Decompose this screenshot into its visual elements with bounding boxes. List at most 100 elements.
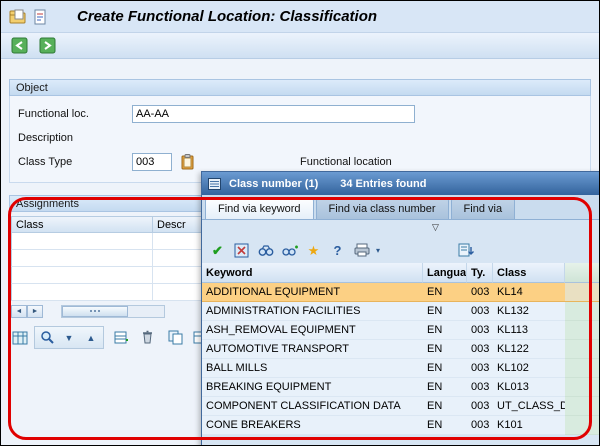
- keyword-cell[interactable]: BREAKING EQUIPMENT: [202, 378, 423, 397]
- dialog-tabs: Find via keyword Find via class number F…: [202, 195, 599, 220]
- class-column-header[interactable]: Class: [11, 216, 153, 233]
- arrow-left-icon[interactable]: [8, 35, 30, 56]
- filler-cell: [565, 378, 599, 397]
- empty-cell[interactable]: [11, 284, 153, 301]
- table-row[interactable]: ADMINISTRATION FACILITIES EN 003 KL132: [202, 302, 599, 321]
- class-cell[interactable]: KL132: [493, 302, 565, 321]
- keyword-column-header[interactable]: Keyword: [202, 263, 423, 283]
- keyword-cell[interactable]: COMPONENT CLASSIFICATION DATA: [202, 397, 423, 416]
- assignments-section-title: Assignments: [16, 197, 79, 210]
- tab-find-via-class-number[interactable]: Find via class number: [315, 198, 449, 219]
- print-icon[interactable]: [351, 240, 372, 260]
- cancel-icon[interactable]: [231, 240, 252, 260]
- class-cell[interactable]: KL013: [493, 378, 565, 397]
- binoculars-icon[interactable]: [255, 240, 276, 260]
- confirm-icon[interactable]: ✔: [207, 240, 228, 260]
- language-cell[interactable]: EN: [423, 359, 467, 378]
- table-row[interactable]: ASH_REMOVAL EQUIPMENT EN 003 KL113: [202, 321, 599, 340]
- object-section: Functional loc. Description Class Type F…: [9, 96, 591, 183]
- type-cell[interactable]: 003: [467, 283, 493, 302]
- language-cell[interactable]: EN: [423, 302, 467, 321]
- class-column-header[interactable]: Class: [493, 263, 565, 283]
- results-table-header: Keyword Language Ty. Class: [202, 263, 599, 283]
- class-type-input[interactable]: [132, 153, 172, 171]
- delete-row-icon[interactable]: [136, 327, 158, 348]
- table-row[interactable]: AUTOMOTIVE TRANSPORT EN 003 KL122: [202, 340, 599, 359]
- table-layout-icon[interactable]: [9, 327, 31, 348]
- keyword-cell[interactable]: ADDITIONAL EQUIPMENT: [202, 283, 423, 302]
- personal-list-icon[interactable]: [455, 240, 476, 260]
- type-cell[interactable]: 003: [467, 378, 493, 397]
- insert-row-icon[interactable]: [111, 327, 133, 348]
- triangle-down-icon[interactable]: ▼: [58, 327, 80, 348]
- scroll-right-icon[interactable]: ►: [27, 304, 43, 318]
- keyword-cell[interactable]: CONE BREAKERS: [202, 416, 423, 435]
- keyword-cell[interactable]: BALL MILLS: [202, 359, 423, 378]
- class-cell[interactable]: KL113: [493, 321, 565, 340]
- language-cell[interactable]: EN: [423, 378, 467, 397]
- table-row[interactable]: BREAKING EQUIPMENT EN 003 KL013: [202, 378, 599, 397]
- copy-table-icon[interactable]: [165, 327, 187, 348]
- functional-loc-input[interactable]: [132, 105, 415, 123]
- scrollbar-thumb[interactable]: [62, 305, 128, 317]
- tab-find-via-keyword[interactable]: Find via keyword: [205, 198, 314, 219]
- entries-found-label: 34 Entries found: [340, 177, 427, 190]
- arrow-right-icon[interactable]: [36, 35, 58, 56]
- print-menu-arrow-icon[interactable]: ▾: [376, 246, 380, 255]
- table-row[interactable]: ADDITIONAL EQUIPMENT EN 003 KL14: [202, 283, 599, 302]
- table-row[interactable]: COMPONENT CLASSIFICATION DATA EN 003 UT_…: [202, 397, 599, 416]
- description-label: Description: [18, 132, 74, 144]
- scrollbar-track[interactable]: [61, 304, 165, 318]
- functional-loc-label: Functional loc.: [18, 108, 89, 120]
- clipboard-icon[interactable]: [176, 152, 198, 173]
- folder-icon[interactable]: [7, 6, 29, 27]
- class-cell[interactable]: KL14: [493, 283, 565, 302]
- expand-criteria-icon[interactable]: ▽: [432, 222, 439, 233]
- type-cell[interactable]: 003: [467, 321, 493, 340]
- list-icon: [208, 177, 221, 190]
- table-row[interactable]: CONE BREAKERS EN 003 K101: [202, 416, 599, 435]
- filler-cell: [565, 321, 599, 340]
- triangle-up-icon[interactable]: ▲: [80, 327, 102, 348]
- scroll-left-icon[interactable]: ◄: [11, 304, 27, 318]
- dialog-title-bar[interactable]: Class number (1) 34 Entries found: [202, 172, 599, 195]
- tab-find-via-other[interactable]: Find via: [450, 198, 516, 219]
- type-cell[interactable]: 003: [467, 302, 493, 321]
- class-cell[interactable]: KL122: [493, 340, 565, 359]
- type-cell[interactable]: 003: [467, 397, 493, 416]
- table-row[interactable]: BALL MILLS EN 003 KL102: [202, 359, 599, 378]
- language-column-header[interactable]: Language: [423, 263, 467, 283]
- class-cell[interactable]: KL102: [493, 359, 565, 378]
- filler-column-header: [565, 263, 599, 283]
- language-cell[interactable]: EN: [423, 321, 467, 340]
- functional-loc-row: Functional loc.: [14, 102, 586, 126]
- filler-cell: [565, 283, 599, 302]
- class-cell[interactable]: UT_CLASS_DA: [493, 397, 565, 416]
- language-cell[interactable]: EN: [423, 416, 467, 435]
- class-number-dialog: Class number (1) 34 Entries found Find v…: [201, 171, 599, 445]
- title-bar: Create Functional Location: Classificati…: [1, 1, 599, 33]
- language-cell[interactable]: EN: [423, 397, 467, 416]
- binoculars-plus-icon[interactable]: [279, 240, 300, 260]
- class-type-description: Functional location: [300, 156, 392, 168]
- language-cell[interactable]: EN: [423, 340, 467, 359]
- type-cell[interactable]: 003: [467, 359, 493, 378]
- empty-cell[interactable]: [11, 250, 153, 267]
- search-icon[interactable]: [36, 327, 58, 348]
- type-cell[interactable]: 003: [467, 340, 493, 359]
- type-column-header[interactable]: Ty.: [467, 263, 493, 283]
- keyword-cell[interactable]: AUTOMOTIVE TRANSPORT: [202, 340, 423, 359]
- filler-cell: [565, 302, 599, 321]
- language-cell[interactable]: EN: [423, 283, 467, 302]
- type-cell[interactable]: 003: [467, 416, 493, 435]
- empty-cell[interactable]: [11, 233, 153, 250]
- empty-cell[interactable]: [11, 267, 153, 284]
- keyword-cell[interactable]: ASH_REMOVAL EQUIPMENT: [202, 321, 423, 340]
- object-section-title: Object: [16, 81, 48, 94]
- filler-cell: [565, 340, 599, 359]
- class-cell[interactable]: K101: [493, 416, 565, 435]
- document-icon[interactable]: [29, 6, 51, 27]
- star-icon[interactable]: ★: [303, 240, 324, 260]
- keyword-cell[interactable]: ADMINISTRATION FACILITIES: [202, 302, 423, 321]
- help-search-icon[interactable]: ?: [327, 240, 348, 260]
